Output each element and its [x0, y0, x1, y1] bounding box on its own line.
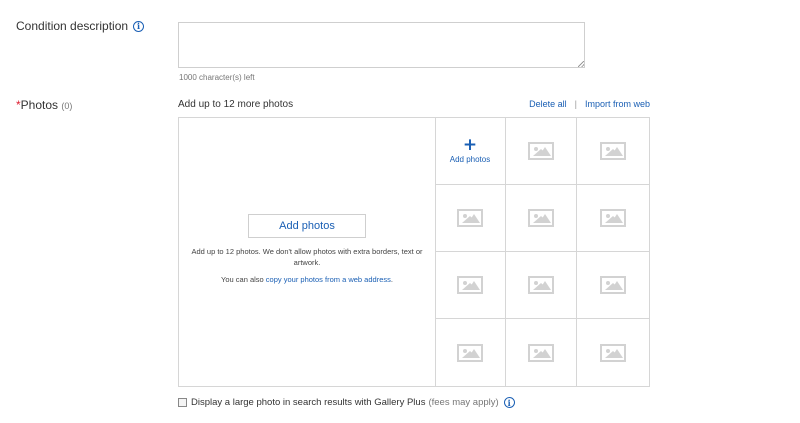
- gallery-plus-checkbox[interactable]: [178, 398, 187, 407]
- photo-slot[interactable]: [577, 185, 649, 252]
- photos-count: (0): [61, 101, 73, 111]
- image-placeholder-icon: [600, 142, 626, 160]
- photo-thumbnail-grid: + Add photos: [435, 118, 649, 386]
- listing-form: Condition description i 1000 character(s…: [0, 0, 800, 423]
- photo-slot[interactable]: [577, 319, 649, 386]
- image-placeholder-icon: [528, 142, 554, 160]
- image-placeholder-icon: [600, 209, 626, 227]
- image-placeholder-icon: [457, 209, 483, 227]
- delete-all-link[interactable]: Delete all: [529, 99, 567, 109]
- import-from-web-link[interactable]: Import from web: [585, 99, 650, 109]
- photo-slot[interactable]: [506, 252, 577, 319]
- condition-description-label-text: Condition description: [16, 19, 129, 33]
- photo-upload-area: Add photos Add up to 12 photos. We don't…: [178, 117, 650, 387]
- photo-slot[interactable]: [506, 185, 577, 252]
- photo-slot[interactable]: [577, 118, 649, 185]
- fees-note: (fees may apply): [428, 397, 499, 408]
- grid-add-photos-tile[interactable]: + Add photos: [435, 118, 506, 185]
- copy-from-web-text: You can also copy your photos from a web…: [189, 275, 425, 284]
- image-placeholder-icon: [528, 276, 554, 294]
- info-icon[interactable]: i: [503, 397, 515, 408]
- photo-slot[interactable]: [435, 185, 506, 252]
- gallery-plus-label: Display a large photo in search results …: [191, 397, 426, 408]
- photos-label-text: Photos: [20, 98, 59, 112]
- photo-slot[interactable]: [506, 118, 577, 185]
- add-up-to-text: Add up to 12 more photos: [178, 99, 294, 110]
- condition-description-label: Condition description i: [16, 19, 145, 33]
- copy-suffix: .: [390, 275, 393, 284]
- image-placeholder-icon: [600, 343, 626, 362]
- photo-slot[interactable]: [506, 319, 577, 386]
- main-photo-dropzone[interactable]: Add photos Add up to 12 photos. We don't…: [179, 118, 436, 386]
- link-separator: |: [574, 99, 577, 109]
- copy-prefix: You can also: [221, 275, 266, 284]
- info-icon[interactable]: i: [133, 20, 145, 32]
- image-placeholder-icon: [600, 276, 626, 294]
- photo-slot[interactable]: [435, 252, 506, 319]
- grid-add-photos-label: Add photos: [449, 155, 491, 164]
- textarea-resize-handle[interactable]: [578, 61, 584, 67]
- photo-slot[interactable]: [435, 319, 506, 386]
- photo-slot[interactable]: [577, 252, 649, 319]
- photo-guidelines-text: Add up to 12 photos. We don't allow phot…: [191, 247, 423, 267]
- image-placeholder-icon: [528, 343, 554, 362]
- characters-left-counter: 1000 character(s) left: [179, 73, 255, 82]
- gallery-plus-option: Display a large photo in search results …: [178, 397, 515, 408]
- image-placeholder-icon: [457, 343, 483, 362]
- add-photos-button[interactable]: Add photos: [248, 214, 366, 238]
- plus-icon: +: [462, 135, 478, 155]
- copy-from-web-link[interactable]: copy your photos from a web address: [266, 275, 391, 284]
- photo-actions: Delete all | Import from web: [529, 99, 650, 109]
- image-placeholder-icon: [457, 276, 483, 294]
- condition-description-input[interactable]: [178, 22, 585, 68]
- image-placeholder-icon: [528, 209, 554, 227]
- photos-label: *Photos (0): [16, 98, 72, 112]
